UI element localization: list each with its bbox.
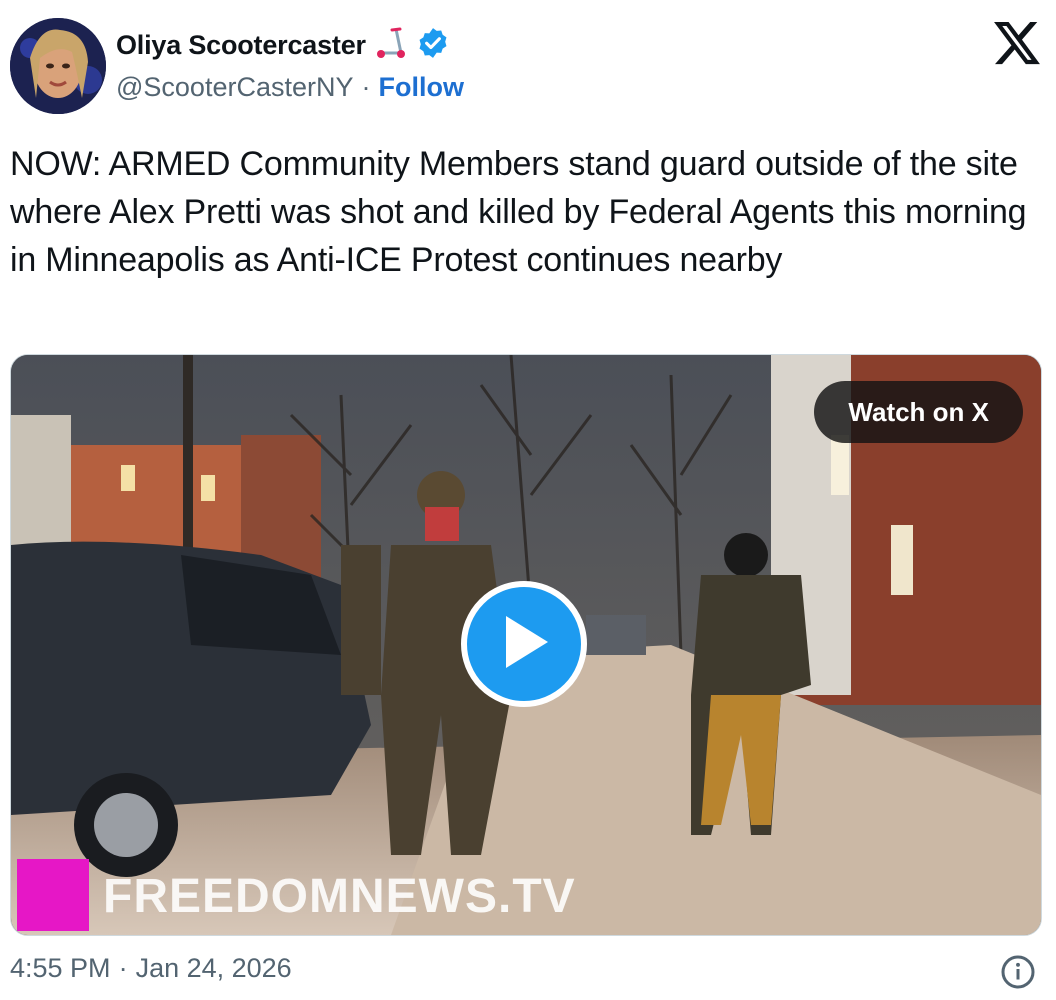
tweet-text: NOW: ARMED Community Members stand guard… (10, 145, 1027, 279)
author-avatar[interactable] (10, 18, 106, 114)
author-handle[interactable]: @ScooterCasterNY (116, 72, 354, 103)
follow-button[interactable]: Follow (379, 72, 464, 103)
play-button[interactable] (461, 581, 587, 707)
separator-dot: · (118, 953, 128, 983)
scooter-icon (374, 26, 408, 65)
separator-dot: · (361, 72, 371, 102)
tweet-timestamp[interactable]: 4:55 PM · Jan 24, 2026 (10, 953, 292, 984)
video-player[interactable]: Watch on X FREEDOMNEWS.TV (10, 354, 1042, 936)
tweet-time: 4:55 PM (10, 953, 111, 983)
author-display-name[interactable]: Oliya Scootercaster (116, 30, 366, 61)
play-icon (496, 612, 552, 677)
tweet-date: Jan 24, 2026 (135, 953, 292, 983)
watermark-logo (17, 859, 89, 931)
verified-badge-icon (416, 26, 450, 65)
info-icon[interactable] (1000, 954, 1036, 990)
watermark-text: FREEDOMNEWS.TV (103, 870, 576, 923)
author-name-row: Oliya Scootercaster (116, 26, 450, 65)
x-logo-icon[interactable] (994, 22, 1040, 66)
author-handle-row: @ScooterCasterNY · Follow (116, 72, 464, 103)
watch-on-x-button[interactable]: Watch on X (814, 381, 1023, 443)
